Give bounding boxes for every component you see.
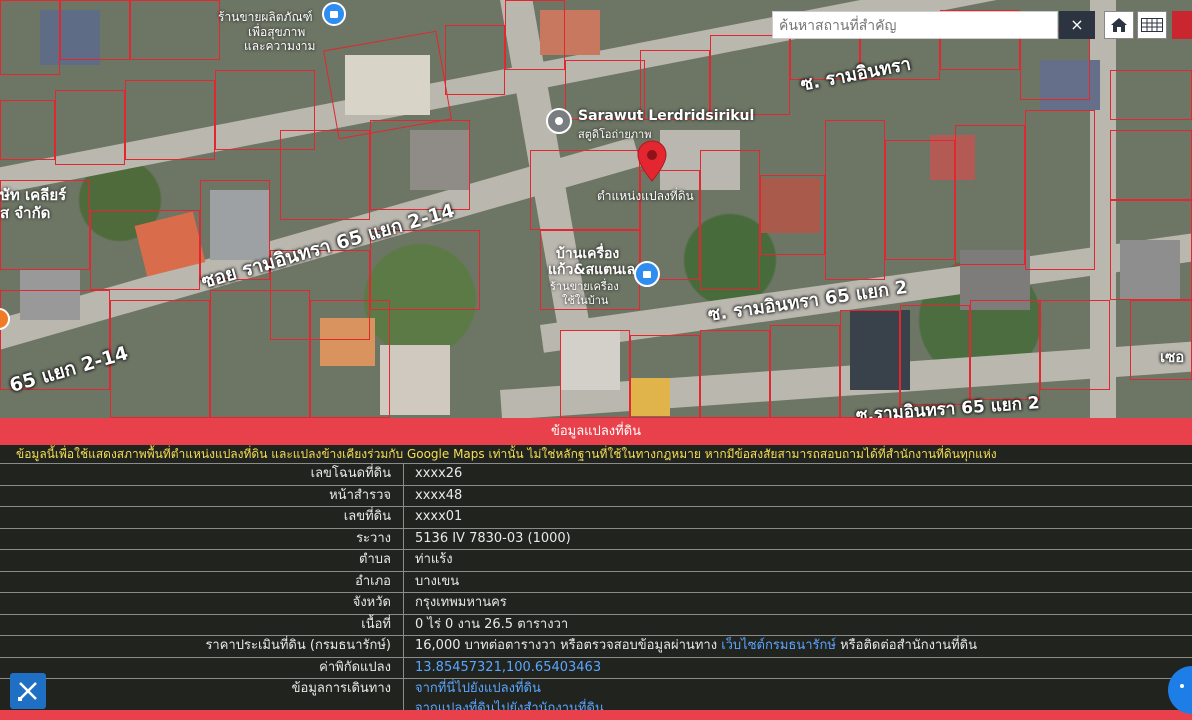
search-input[interactable] (772, 11, 1058, 39)
info-row-deed-number: เลขโฉนดที่ดิน xxxx26 (0, 463, 1192, 485)
parcel-pin-label: ตำแหน่งแปลงที่ดิน (597, 189, 694, 203)
home-icon (1111, 18, 1127, 32)
home-button[interactable] (1104, 11, 1134, 39)
info-row-area: เนื้อที่ 0 ไร่ 0 งาน 26.5 ตารางวา (0, 613, 1192, 635)
close-icon: × (1070, 15, 1084, 34)
location-pin-icon (546, 108, 572, 134)
info-label: ค่าพิกัดแปลง (0, 657, 404, 678)
info-row-map-sheet: ระวาง 5136 IV 7830-03 (1000) (0, 527, 1192, 549)
info-value: xxxx26 (415, 466, 463, 481)
info-label: ระวาง (0, 528, 404, 549)
road-label-edge-right: เซอ (1160, 348, 1185, 366)
info-label: ตำบล (0, 550, 404, 571)
map-view[interactable]: ซอย รามอินทรา 65 แยก 2-14 65 แยก 2-14 ซ.… (0, 0, 1192, 418)
info-value: xxxx01 (415, 509, 463, 524)
info-value: xxxx48 (415, 487, 463, 503)
price-text-suffix: หรือติดต่อสำนักงานที่ดิน (840, 638, 978, 653)
shopping-bag-icon (322, 2, 346, 26)
info-value: กรุงเทพมหานคร (415, 595, 507, 610)
search-clear-button[interactable]: × (1059, 11, 1095, 39)
info-value: 16,000 บาทต่อตารางวา หรือตรวจสอบข้อมูลผ่… (404, 636, 977, 657)
coordinates-link[interactable]: 13.85457321,100.65403463 (404, 658, 601, 679)
shopping-bag-icon (634, 261, 660, 287)
info-label: ราคาประเมินที่ดิน (กรมธนารักษ์) (0, 636, 404, 657)
info-row-district: อำเภอ บางเขน (0, 570, 1192, 592)
info-value: 0 ไร่ 0 งาน 26.5 ตารางวา (415, 616, 569, 632)
info-label: จังหวัด (0, 593, 404, 614)
sarawut-name: Sarawut Lerdridsirikul (578, 108, 755, 124)
info-label: เลขโฉนดที่ดิน (0, 464, 404, 485)
info-row-land-number: เลขที่ดิน xxxx01 (0, 506, 1192, 528)
left-poi-line2: ส จำกัด (0, 204, 51, 222)
info-label: อำเภอ (0, 571, 404, 592)
measure-tool-button[interactable] (10, 673, 46, 709)
info-label: เนื้อที่ (0, 614, 404, 635)
info-row-province: จังหวัด กรุงเทพมหานคร (0, 592, 1192, 614)
info-row-survey-page: หน้าสำรวจ xxxx48 (0, 484, 1192, 506)
panel-title: ข้อมูลแปลงที่ดิน (0, 418, 1192, 445)
layer-grid-button[interactable] (1137, 11, 1167, 39)
parcel-location-pin[interactable] (637, 140, 667, 186)
parcel-info-panel: ข้อมูลแปลงที่ดิน ข้อมูลนี้เพื่อใช้แสดงสภ… (0, 418, 1192, 720)
directions-to-parcel-link[interactable]: จากที่นี่ไปยังแปลงที่ดิน (415, 679, 604, 699)
info-row-appraisal-price: ราคาประเมินที่ดิน (กรมธนารักษ์) 16,000 บ… (0, 635, 1192, 657)
info-label: เลขที่ดิน (0, 507, 404, 528)
info-label: หน้าสำรวจ (0, 485, 404, 506)
dots-icon (1180, 684, 1184, 688)
info-value: ท่าแร้ง (415, 552, 453, 567)
store-desc-line2: ใช้ในบ้าน (562, 294, 609, 307)
info-value: บางเขน (415, 573, 460, 589)
ruler-pencil-icon (18, 682, 37, 701)
info-row-coordinates: ค่าพิกัดแปลง 13.85457321,100.65403463 (0, 656, 1192, 679)
price-text: 16,000 บาทต่อตารางวา หรือตรวจสอบข้อมูลผ่… (415, 638, 718, 653)
treasury-website-link[interactable]: เว็บไซต์กรมธนารักษ์ (721, 638, 836, 653)
partial-red-button[interactable] (1172, 11, 1192, 39)
grid-icon (1141, 18, 1163, 32)
top-poi-line3: และความงาม (244, 39, 316, 53)
disclaimer-notice: ข้อมูลนี้เพื่อใช้แสดงสภาพพื้นที่ตำแหน่งแ… (16, 447, 997, 461)
panel-footer-bar (0, 710, 1192, 720)
info-value: 5136 IV 7830-03 (1000) (415, 530, 571, 546)
map-marker-icon (637, 140, 667, 182)
info-row-subdistrict: ตำบล ท่าแร้ง (0, 549, 1192, 571)
